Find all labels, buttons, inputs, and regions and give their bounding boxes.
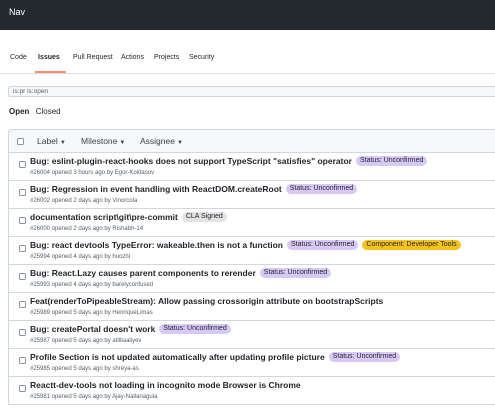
issue-label-badge[interactable]: Component: Developer Tools [362, 240, 461, 250]
issue-meta: #25985 opened 5 days ago by shreya-as [30, 366, 139, 372]
issue-title-link[interactable]: Bug: createPortal doesn't work [30, 324, 155, 334]
issue-checkbox[interactable] [19, 273, 26, 280]
milestone-filter-text: Milestone [81, 136, 118, 146]
issue-label-badge[interactable]: Status: Unconfirmed [287, 240, 359, 250]
assignee-filter-dropdown[interactable]: Assignee ▼ [140, 136, 183, 146]
issue-title-line: Bug: eslint-plugin-react-hooks does not … [30, 156, 428, 166]
issue-title-line: Bug: createPortal doesn't work Status: Un… [30, 324, 231, 334]
issue-title-line: documentation script\git\pre-commit CLA S… [30, 212, 227, 222]
issue-checkbox[interactable] [19, 385, 26, 392]
issue-title-line: Reactt-dev-tools not loading in incognit… [30, 380, 301, 390]
issue-meta: #25989 opened 5 days ago by HenriqueLima… [30, 310, 153, 316]
open-filter-button[interactable]: Open [9, 107, 29, 116]
tab-pull-request[interactable]: Pull Request [73, 54, 113, 61]
issue-row[interactable]: Bug: eslint-plugin-react-hooks does not … [8, 153, 495, 181]
issue-row[interactable]: Bug: react devtools TypeError: wakeable.… [8, 237, 495, 265]
issue-meta: #25981 opened 5 days ago by Ajay-Nallana… [30, 394, 158, 400]
tab-issues[interactable]: Issues [38, 54, 60, 61]
issue-checkbox[interactable] [19, 329, 26, 336]
chevron-down-icon: ▼ [119, 140, 126, 146]
issue-title-line: Feat(renderToPipeableStream): Allow pass… [30, 296, 383, 306]
milestone-filter-dropdown[interactable]: Milestone ▼ [81, 136, 125, 146]
issue-title-line: Bug: react devtools TypeError: wakeable.… [30, 240, 461, 250]
issue-title-line: Bug: Regression in event handling with R… [30, 184, 358, 194]
issue-title-link[interactable]: documentation script\git\pre-commit [30, 212, 178, 222]
top-nav-bar: Nav [0, 0, 495, 30]
select-all-checkbox[interactable] [17, 138, 24, 145]
search-input[interactable] [8, 86, 495, 97]
issue-title-line: Profile Section is not updated automatic… [30, 352, 401, 362]
issue-label-badge[interactable]: CLA Signed [181, 212, 227, 222]
tab-security[interactable]: Security [189, 54, 214, 61]
issue-title-link[interactable]: Bug: Regression in event handling with R… [30, 184, 282, 194]
state-filter: Open Closed [9, 107, 61, 116]
issue-checkbox[interactable] [19, 245, 26, 252]
issue-title-link[interactable]: Feat(renderToPipeableStream): Allow pass… [30, 296, 383, 306]
issue-row[interactable]: Bug: createPortal doesn't work Status: Un… [8, 321, 495, 349]
issue-meta: #26004 opened 3 hours ago by Egor-Koldas… [30, 170, 155, 176]
issue-row[interactable]: documentation script\git\pre-commit CLA S… [8, 209, 495, 237]
issue-row[interactable]: Bug: React.Lazy causes parent components… [8, 265, 495, 293]
issue-title-link[interactable]: Bug: eslint-plugin-react-hooks does not … [30, 156, 352, 166]
issue-checkbox[interactable] [19, 161, 26, 168]
issue-label-badge[interactable]: Status: Unconfirmed [355, 156, 428, 166]
issue-row[interactable]: Reactt-dev-tools not loading in incognit… [8, 377, 495, 405]
issue-checkbox[interactable] [19, 217, 26, 224]
issue-meta: #25994 opened 4 days ago by huozhi [30, 254, 131, 260]
issue-title-link[interactable]: Bug: React.Lazy causes parent components… [30, 268, 256, 278]
issue-title-link[interactable]: Reactt-dev-tools not loading in incognit… [30, 380, 301, 390]
issue-label-badge[interactable]: Status: Unconfirmed [328, 352, 401, 362]
issue-meta: #26002 opened 2 days ago by Vinorcola [30, 198, 138, 204]
issue-meta: #25993 opened 4 days ago by barelyconfus… [30, 282, 154, 288]
assignee-filter-text: Assignee [140, 136, 175, 146]
chevron-down-icon: ▼ [176, 140, 183, 146]
issue-checkbox[interactable] [19, 357, 26, 364]
label-filter-dropdown[interactable]: Label ▼ [37, 136, 66, 146]
issue-label-badge[interactable]: Status: Unconfirmed [259, 268, 332, 278]
issue-label-badge[interactable]: Status: Unconfirmed [285, 184, 358, 194]
repo-tabs: Code Issues Pull Request Actions Project… [0, 48, 495, 74]
nav-title: Nav [9, 7, 26, 17]
issue-checkbox[interactable] [19, 189, 26, 196]
chevron-down-icon: ▼ [59, 140, 66, 146]
issue-title-link[interactable]: Bug: react devtools TypeError: wakeable.… [30, 240, 283, 250]
tab-code[interactable]: Code [10, 54, 27, 61]
closed-filter-button[interactable]: Closed [36, 107, 61, 116]
issue-checkbox[interactable] [19, 301, 26, 308]
issue-title-link[interactable]: Profile Section is not updated automatic… [30, 352, 325, 362]
issue-meta: #25987 opened 5 days ago by atilliaaliye… [30, 338, 142, 344]
issue-row[interactable]: Feat(renderToPipeableStream): Allow pass… [8, 293, 495, 321]
issue-meta: #26000 opened 2 days ago by Rishabh-14 [30, 226, 144, 232]
tab-projects[interactable]: Projects [154, 54, 179, 61]
tab-actions[interactable]: Actions [121, 54, 144, 61]
issue-list-header: Label ▼ Milestone ▼ Assignee ▼ [8, 129, 495, 153]
active-tab-indicator [35, 71, 66, 73]
label-filter-text: Label [37, 136, 58, 146]
issue-row[interactable]: Bug: Regression in event handling with R… [8, 181, 495, 209]
issue-label-badge[interactable]: Status: Unconfirmed [159, 324, 231, 334]
issue-list: Bug: eslint-plugin-react-hooks does not … [8, 153, 495, 405]
issue-row[interactable]: Profile Section is not updated automatic… [8, 349, 495, 377]
issue-title-line: Bug: React.Lazy causes parent components… [30, 268, 332, 278]
